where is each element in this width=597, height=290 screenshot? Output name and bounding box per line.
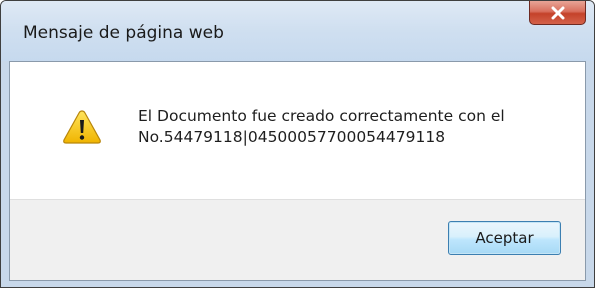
message-line: No.54479118|04500057700054479118 bbox=[138, 128, 446, 146]
message-area: El Documento fue creado correctamente co… bbox=[10, 62, 585, 199]
title-bar[interactable]: Mensaje de página web bbox=[1, 1, 594, 61]
button-area: Aceptar bbox=[10, 199, 585, 280]
message-line: El Documento fue creado correctamente co… bbox=[138, 107, 505, 125]
accept-button[interactable]: Aceptar bbox=[448, 221, 561, 255]
warning-icon bbox=[62, 109, 102, 145]
dialog-window: Mensaje de página web El Documento fue c… bbox=[0, 0, 595, 288]
dialog-title: Mensaje de página web bbox=[23, 23, 224, 43]
dialog-body: El Documento fue creado correctamente co… bbox=[9, 61, 586, 281]
close-button[interactable] bbox=[529, 1, 586, 25]
message-text: El Documento fue creado correctamente co… bbox=[138, 106, 568, 148]
close-icon bbox=[530, 1, 585, 24]
